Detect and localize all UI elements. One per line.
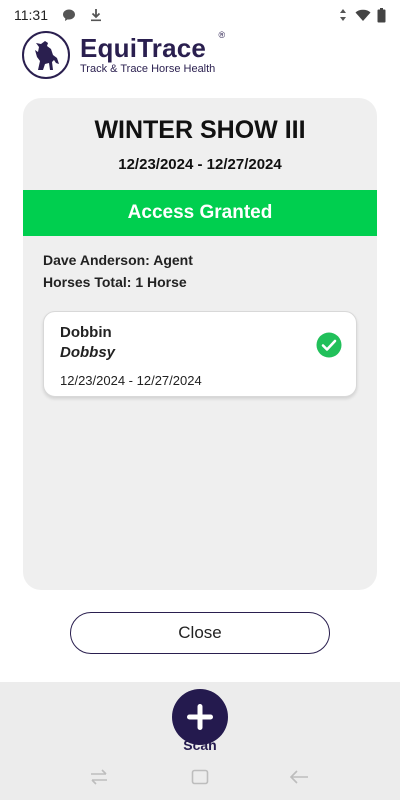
access-status-banner: Access Granted [23,190,377,236]
event-card: WINTER SHOW III 12/23/2024 - 12/27/2024 … [23,98,377,590]
status-bar: 11:31 [0,0,400,30]
status-time: 11:31 [14,7,48,23]
back-icon[interactable] [288,768,310,786]
plus-icon [187,704,213,730]
event-dates: 12/23/2024 - 12/27/2024 [118,156,282,173]
status-right [337,7,386,23]
check-circle-icon [316,332,342,358]
brand-name: EquiTrace ® [80,31,225,63]
brand-name-text: EquiTrace [80,33,207,63]
horse-name: Dobbin [60,324,112,341]
close-button-label: Close [178,623,222,642]
brand: EquiTrace ® Track & Trace Horse Health [80,31,225,75]
scan-label[interactable]: Scan [160,737,240,753]
status-left: 11:31 [14,7,102,23]
recent-apps-icon[interactable] [88,768,110,786]
registered-mark: ® [218,30,226,40]
brand-tagline: Track & Trace Horse Health [80,63,216,75]
agent-line: Dave Anderson: Agent [43,252,193,268]
download-icon [90,8,102,22]
home-icon[interactable] [191,769,209,785]
horses-total: Horses Total: 1 Horse [43,274,187,290]
wifi-icon [355,9,371,22]
chat-bubble-icon [62,8,76,22]
screen: 11:31 EquiTrace ® Track & Trace Horse He… [0,0,400,800]
horse-list-item[interactable]: Dobbin Dobbsy 12/23/2024 - 12/27/2024 [43,311,357,397]
horse-dates: 12/23/2024 - 12/27/2024 [60,373,202,388]
horse-nickname: Dobbsy [60,344,116,361]
signal-icon [337,8,349,22]
battery-icon [377,7,386,23]
close-button[interactable]: Close [70,612,330,654]
horse-logo-icon [22,31,70,79]
access-status-text: Access Granted [127,202,273,223]
event-title: WINTER SHOW III [94,116,306,144]
app-header: EquiTrace ® Track & Trace Horse Health [22,30,382,80]
